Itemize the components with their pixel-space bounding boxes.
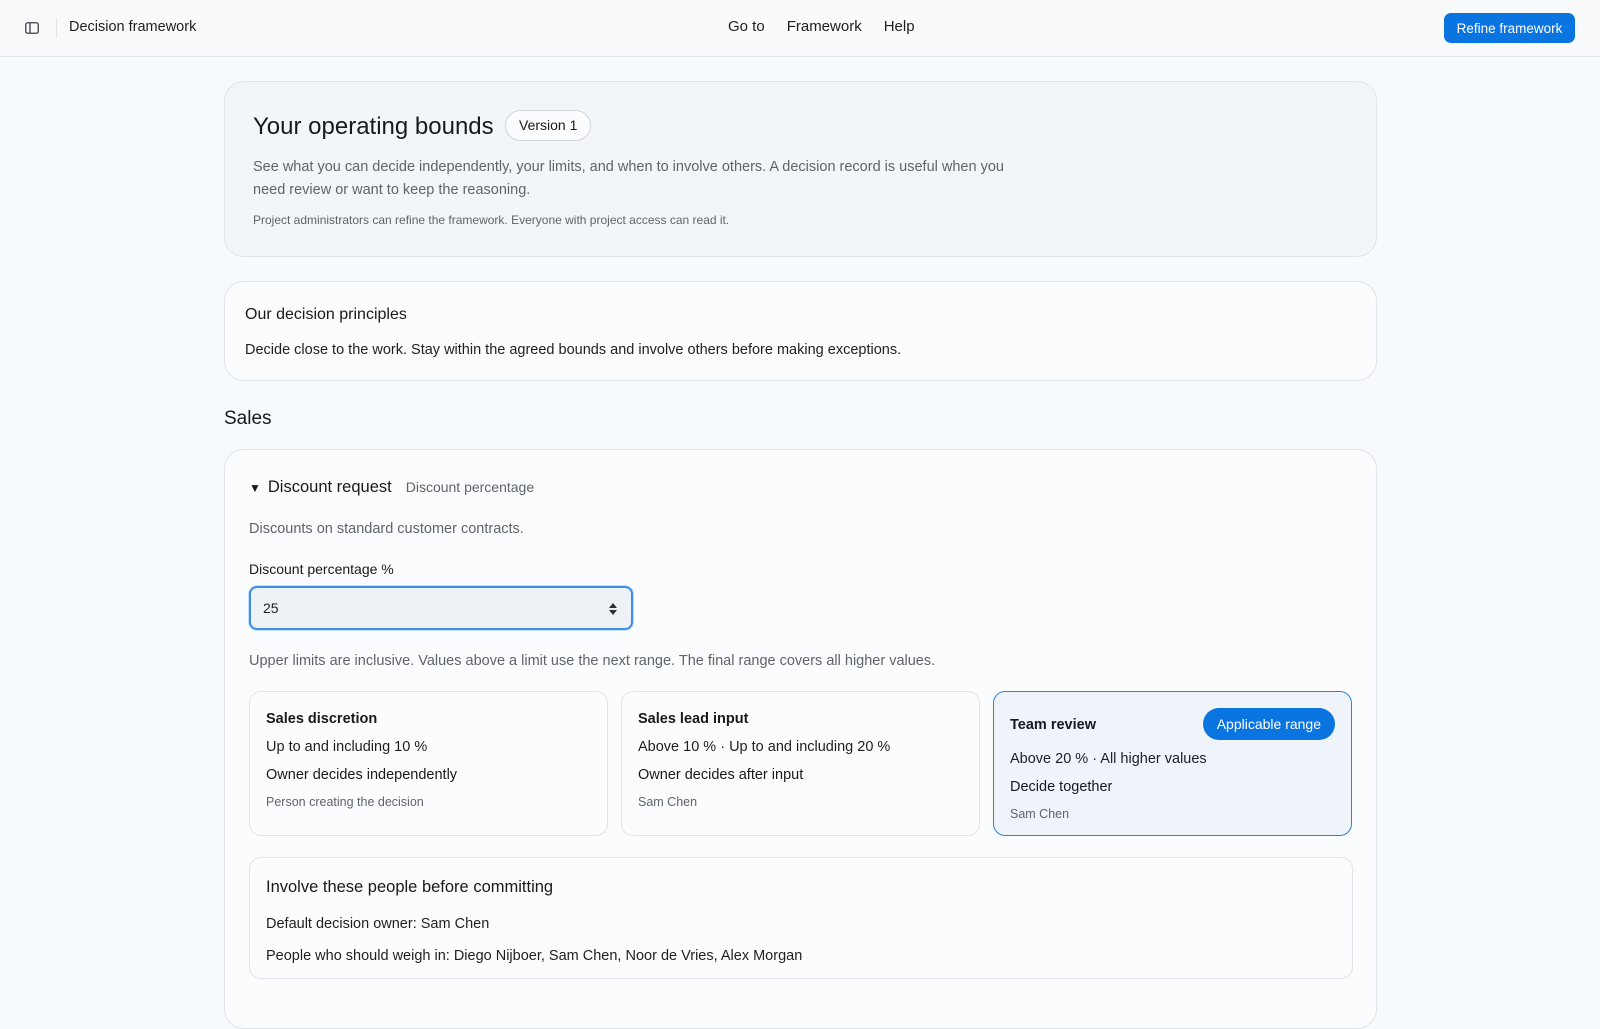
range-limits: Above 20 % · All higher values <box>1010 751 1207 767</box>
principles-text: Decide close to the work. Stay within th… <box>245 342 902 358</box>
range-limits: Up to and including 10 % <box>266 739 428 755</box>
applicable-range-badge: Applicable range <box>1202 708 1335 740</box>
range-person: Sam Chen <box>1010 807 1070 821</box>
top-bar: Decision framework Go to Framework Help … <box>0 0 1600 57</box>
discount-field-label: Discount percentage % <box>249 561 394 577</box>
nav-go-to[interactable]: Go to <box>728 18 765 35</box>
discount-percentage-input-wrapper <box>249 586 633 630</box>
range-mode: Decide together <box>1010 779 1113 795</box>
principles-title: Our decision principles <box>245 306 407 323</box>
top-nav: Go to Framework Help <box>728 18 915 35</box>
involve-people-title: Involve these people before committing <box>266 878 554 896</box>
range-card-sales-discretion: Sales discretion Up to and including 10 … <box>249 691 608 836</box>
request-title: Discount request <box>267 478 392 496</box>
range-card-sales-lead-input: Sales lead input Above 10 % · Up to and … <box>621 691 980 836</box>
sidebar-toggle-icon[interactable] <box>22 19 42 37</box>
range-title: Team review <box>1010 717 1096 733</box>
involve-people-card: Involve these people before committing D… <box>249 857 1353 979</box>
operating-bounds-card: Your operating bounds Version 1 See what… <box>224 81 1377 257</box>
request-description: Discounts on standard customer contracts… <box>249 521 524 537</box>
range-mode: Owner decides after input <box>638 767 804 783</box>
range-card-team-review: Team review Applicable range Above 20 % … <box>993 691 1352 836</box>
range-person: Sam Chen <box>638 795 698 809</box>
permissions-note: Project administrators can refine the fr… <box>253 213 730 227</box>
range-note: Upper limits are inclusive. Values above… <box>249 653 936 669</box>
page-description: See what you can decide independently, y… <box>253 159 1004 198</box>
range-title: Sales lead input <box>638 711 749 727</box>
version-badge: Version 1 <box>505 110 592 141</box>
discount-request-card: ▼ Discount request Discount percentage D… <box>224 449 1377 1029</box>
range-title: Sales discretion <box>266 711 378 727</box>
topbar-divider <box>56 18 57 38</box>
disclosure-triangle-icon: ▼ <box>249 481 261 495</box>
range-person: Person creating the decision <box>266 795 424 809</box>
nav-framework[interactable]: Framework <box>787 18 862 35</box>
refine-framework-button[interactable]: Refine framework <box>1444 13 1575 43</box>
nav-help[interactable]: Help <box>884 18 915 35</box>
app-title: Decision framework <box>69 19 197 35</box>
decision-principles-card: Our decision principles Decide close to … <box>224 281 1377 381</box>
stepper-arrows-icon[interactable] <box>609 601 617 617</box>
discount-percentage-input[interactable] <box>251 588 631 628</box>
request-subtitle: Discount percentage <box>405 479 535 495</box>
discount-request-disclosure[interactable]: ▼ Discount request Discount percentage <box>249 478 534 497</box>
default-owner-text: Default decision owner: Sam Chen <box>266 916 490 932</box>
page-title: Your operating bounds <box>253 113 494 140</box>
range-mode: Owner decides independently <box>266 767 458 783</box>
range-limits: Above 10 % · Up to and including 20 % <box>638 739 891 755</box>
weigh-in-people-text: People who should weigh in: Diego Nijboe… <box>266 948 803 964</box>
section-heading-sales: Sales <box>224 408 272 429</box>
